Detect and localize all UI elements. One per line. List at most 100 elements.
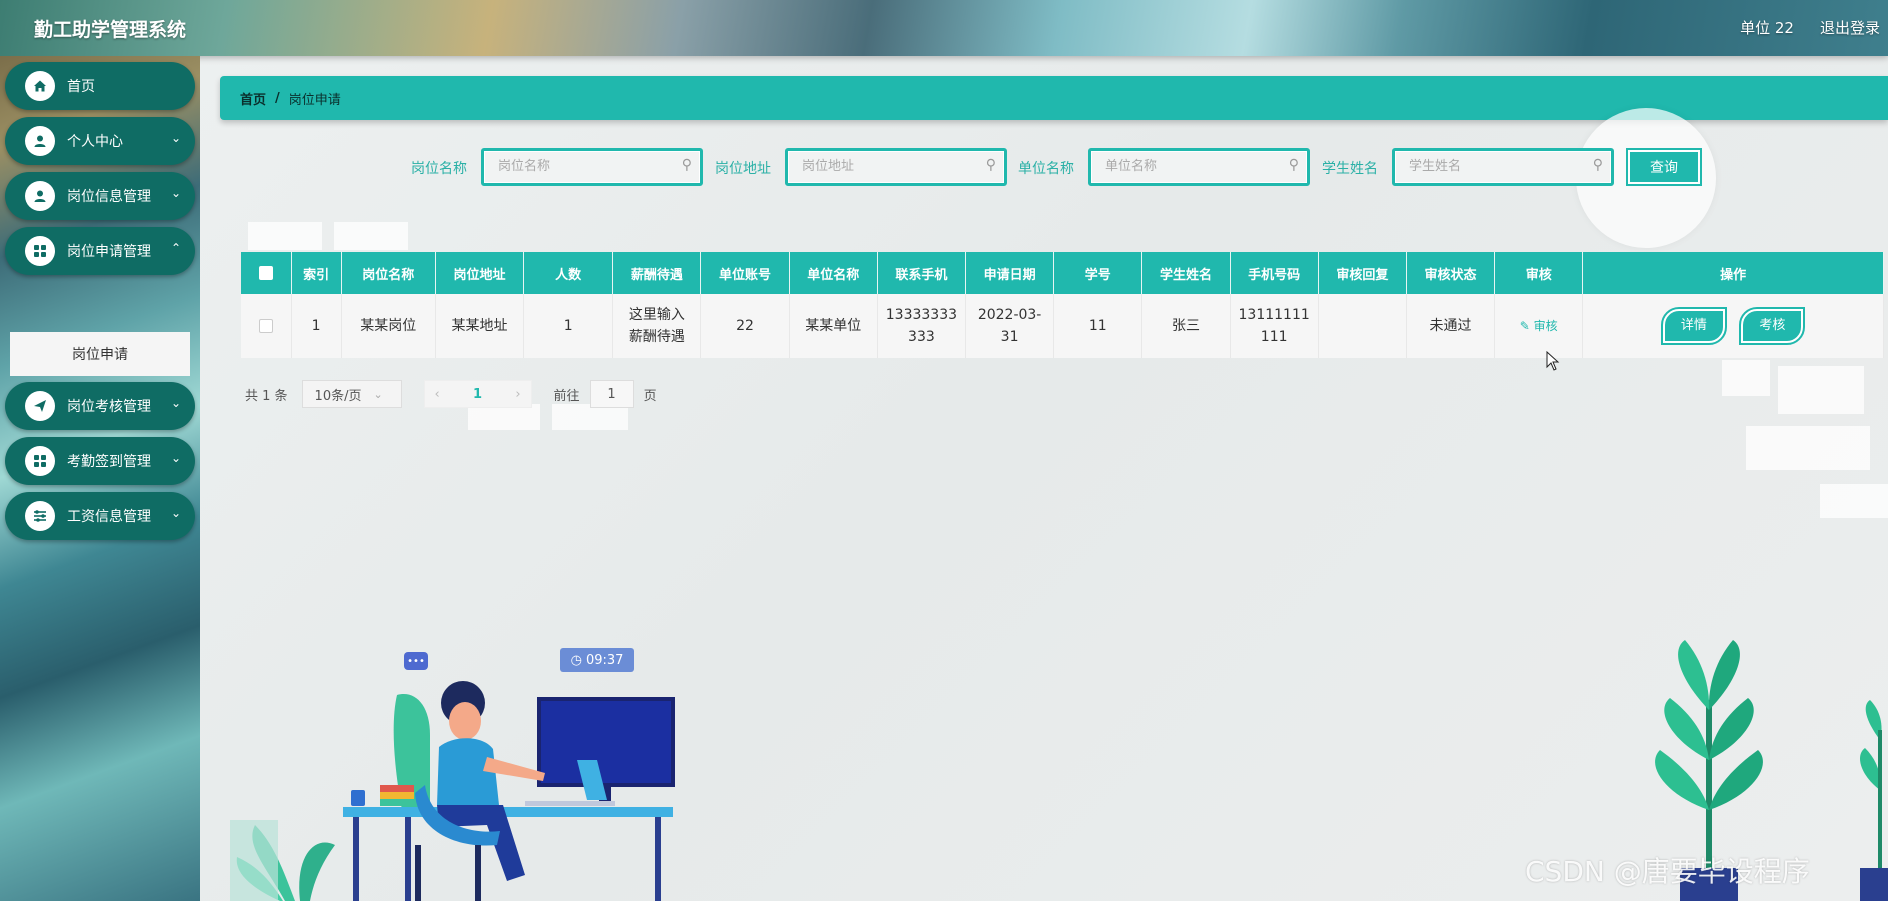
sidebar-item-label: 岗位申请管理 bbox=[67, 244, 151, 260]
column-header: 申请日期 bbox=[965, 252, 1055, 294]
top-header: 勤工助学管理系统 单位 22 退出登录 bbox=[0, 0, 1888, 56]
query-button[interactable]: 查询 bbox=[1626, 148, 1702, 186]
sidebar-item-label: 考勤签到管理 bbox=[67, 454, 151, 470]
grid-icon bbox=[25, 236, 55, 266]
cell-mobile: 13111111111 bbox=[1230, 294, 1319, 358]
plant-illustration bbox=[1860, 700, 1888, 901]
sidebar-item-label: 个人中心 bbox=[67, 134, 123, 150]
cell-salary: 这里输入薪酬待遇 bbox=[612, 294, 702, 358]
header-right: 单位 22 退出登录 bbox=[1740, 17, 1880, 38]
unit-name-input[interactable] bbox=[1105, 151, 1285, 181]
row-checkbox[interactable] bbox=[258, 319, 273, 333]
cell-student-no: 11 bbox=[1053, 294, 1143, 358]
column-header: 学生姓名 bbox=[1141, 252, 1231, 294]
mouse-cursor-icon bbox=[1546, 351, 1560, 371]
audit-link[interactable]: ✎ 审核 bbox=[1520, 319, 1558, 333]
search-label-unit-name: 单位名称 bbox=[1018, 161, 1074, 177]
search-label-job-name: 岗位名称 bbox=[411, 161, 467, 177]
decorative-tile bbox=[1722, 360, 1770, 396]
pagination: 共 1 条 10条/页 ⌄ ‹ 1 › 前往 1 页 bbox=[245, 380, 657, 408]
current-page[interactable]: 1 bbox=[473, 387, 482, 402]
column-header: 岗位名称 bbox=[341, 252, 436, 294]
sliders-icon bbox=[25, 501, 55, 531]
chevron-up-icon: ⌃ bbox=[170, 241, 181, 255]
column-header: 岗位地址 bbox=[435, 252, 525, 294]
search-icon: ⚲ bbox=[1288, 157, 1299, 173]
row-select-cell[interactable] bbox=[241, 294, 292, 358]
decorative-tile bbox=[248, 222, 322, 250]
column-header: 薪酬待遇 bbox=[612, 252, 702, 294]
breadcrumb-home[interactable]: 首页 bbox=[240, 89, 266, 108]
student-name-input[interactable] bbox=[1409, 151, 1589, 181]
salary-text: 这里输入薪酬待遇 bbox=[628, 307, 685, 345]
column-header: 索引 bbox=[291, 252, 342, 294]
page-navigator: ‹ 1 › bbox=[423, 380, 532, 408]
prev-page-icon[interactable]: ‹ bbox=[435, 387, 440, 402]
column-header: 联系手机 bbox=[877, 252, 967, 294]
sidebar-item-profile[interactable]: 个人中心 ⌄ bbox=[5, 117, 195, 165]
goto-page-input[interactable]: 1 bbox=[589, 380, 634, 408]
cell-audit-status: 未通过 bbox=[1406, 294, 1496, 358]
column-header: 学号 bbox=[1053, 252, 1143, 294]
next-page-icon[interactable]: › bbox=[515, 387, 520, 402]
sidebar-item-home[interactable]: 首页 bbox=[5, 62, 195, 110]
decorative-tile bbox=[1746, 426, 1870, 470]
search-icon: ⚲ bbox=[985, 157, 996, 173]
send-icon bbox=[25, 391, 55, 421]
sidebar-item-label: 首页 bbox=[67, 79, 95, 95]
detail-button[interactable]: 详情 bbox=[1660, 307, 1727, 345]
logout-link[interactable]: 退出登录 bbox=[1820, 17, 1880, 38]
cell-contact-phone: 13333333333 bbox=[877, 294, 967, 358]
search-label-student-name: 学生姓名 bbox=[1322, 161, 1378, 177]
sidebar-item-label: 岗位考核管理 bbox=[67, 399, 151, 415]
sidebar-item-job-info[interactable]: 岗位信息管理 ⌄ bbox=[5, 172, 195, 220]
cell-actions: 详情 考核 bbox=[1582, 294, 1884, 358]
decorative-tile bbox=[1778, 366, 1864, 414]
grid-icon bbox=[25, 446, 55, 476]
chevron-down-icon: ⌄ bbox=[170, 451, 181, 465]
user-icon bbox=[25, 181, 55, 211]
job-name-input[interactable] bbox=[498, 151, 678, 181]
cell-job-name: 某某岗位 bbox=[341, 294, 436, 358]
audit-link-label: 审核 bbox=[1533, 319, 1558, 333]
job-address-input[interactable] bbox=[802, 151, 982, 181]
sidebar-item-job-apply[interactable]: 岗位申请管理 ⌃ bbox=[5, 227, 195, 275]
chevron-down-icon: ⌄ bbox=[170, 506, 181, 520]
cell-audit: ✎ 审核 bbox=[1494, 294, 1584, 358]
column-header: 审核 bbox=[1494, 252, 1584, 294]
decorative-tile bbox=[334, 222, 408, 250]
column-header: 单位账号 bbox=[700, 252, 790, 294]
chevron-down-icon: ⌄ bbox=[170, 186, 181, 200]
job-name-field[interactable]: ⚲ bbox=[481, 148, 703, 186]
app-title: 勤工助学管理系统 bbox=[34, 19, 187, 41]
chevron-down-icon: ⌄ bbox=[170, 131, 181, 145]
sidebar-subitem-job-apply[interactable]: 岗位申请 bbox=[10, 332, 190, 376]
cell-audit-reply bbox=[1318, 294, 1407, 358]
cell-index: 1 bbox=[291, 294, 342, 358]
select-all-checkbox[interactable] bbox=[258, 266, 273, 280]
apply-date-text: 2022-03-31 bbox=[977, 307, 1042, 345]
student-name-field[interactable]: ⚲ bbox=[1392, 148, 1614, 186]
column-header: 手机号码 bbox=[1230, 252, 1319, 294]
home-icon bbox=[25, 71, 55, 101]
unit-name-field[interactable]: ⚲ bbox=[1088, 148, 1310, 186]
column-header: 审核回复 bbox=[1318, 252, 1407, 294]
sidebar-item-attendance[interactable]: 考勤签到管理 ⌄ bbox=[5, 437, 195, 485]
cell-apply-date: 2022-03-31 bbox=[965, 294, 1055, 358]
job-address-field[interactable]: ⚲ bbox=[785, 148, 1007, 186]
sidebar-item-job-assess[interactable]: 岗位考核管理 ⌄ bbox=[5, 382, 195, 430]
job-application-table: 索引 岗位名称 岗位地址 人数 薪酬待遇 单位账号 单位名称 联系手机 申请日期… bbox=[241, 252, 1884, 358]
cell-job-address: 某某地址 bbox=[435, 294, 525, 358]
column-header: 单位名称 bbox=[789, 252, 878, 294]
pagination-total: 共 1 条 bbox=[245, 388, 288, 404]
page-size-value: 10条/页 bbox=[314, 388, 362, 404]
page-size-select[interactable]: 10条/页 ⌄ bbox=[301, 380, 402, 408]
contact-phone-text: 13333333333 bbox=[885, 307, 958, 345]
edit-icon: ✎ bbox=[1519, 319, 1530, 333]
goto-prefix: 前往 bbox=[553, 388, 580, 404]
select-all-cell[interactable] bbox=[241, 252, 292, 294]
column-header: 操作 bbox=[1582, 252, 1884, 294]
goto-suffix: 页 bbox=[643, 388, 657, 404]
assess-button[interactable]: 考核 bbox=[1739, 307, 1806, 345]
sidebar-item-salary[interactable]: 工资信息管理 ⌄ bbox=[5, 492, 195, 540]
